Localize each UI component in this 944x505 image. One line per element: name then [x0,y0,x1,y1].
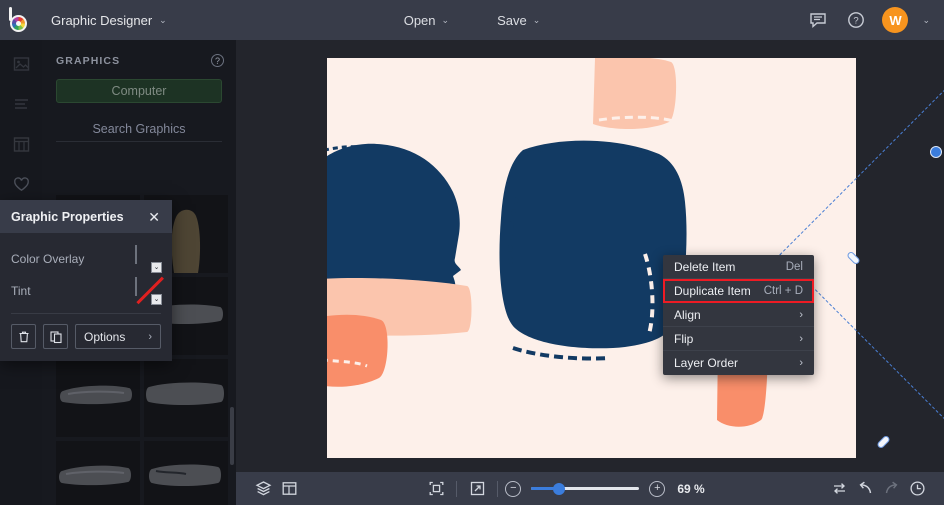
zoom-in-button[interactable]: + [649,480,666,497]
zoom-level-value: 69 % [677,481,705,496]
open-label: Open [403,12,436,28]
swap-arrows-icon[interactable] [826,478,852,500]
context-menu-label: Flip [674,331,694,346]
app-title-dropdown[interactable]: Graphic Designer ⌄ [40,7,178,33]
tint-label: Tint [11,284,31,298]
context-menu-label: Align [674,307,701,322]
app-header: Graphic Designer ⌄ Open ⌄ Save ⌄ ? W ⌄ [0,0,944,40]
bottom-toolbar: − + 69 % [236,472,944,505]
options-label: Options [84,329,126,344]
expand-arrow-icon[interactable] [464,478,490,500]
tint-dropdown-icon[interactable]: ⌄ [151,294,162,305]
context-menu-item-delete-item[interactable]: Delete Item Del [663,255,814,279]
chevron-right-icon: › [148,330,152,343]
graphic-thumb-6[interactable] [144,359,228,437]
graphics-source-computer-button[interactable]: Computer [56,79,222,103]
layers-icon[interactable] [250,478,276,500]
tint-swatch-wrap: ⌄ [135,277,162,305]
graphic-thumb-8[interactable] [144,441,228,505]
options-button[interactable]: Options › [75,324,161,349]
redo-arrow-icon[interactable] [878,478,904,500]
header-right-group: ? W ⌄ [806,7,944,33]
sidebar-item-layouts[interactable] [5,130,37,158]
app-title: Graphic Designer [51,12,153,28]
help-icon[interactable]: ? [211,54,224,67]
zoom-slider-knob[interactable] [553,482,566,495]
save-label: Save [497,12,527,28]
question-mark-icon[interactable]: ? [844,8,868,32]
close-icon[interactable]: ✕ [145,208,163,226]
color-overlay-swatch[interactable] [135,245,137,264]
chevron-down-icon: ⌄ [159,14,167,25]
chat-bubble-icon[interactable] [806,8,830,32]
graphic-properties-title: Graphic Properties [11,209,124,224]
clock-history-icon[interactable] [904,478,930,500]
selection-edge-handle-bottom-left[interactable] [876,434,891,450]
context-menu-item-layer-order[interactable]: Layer Order › [663,351,814,375]
chevron-right-icon: › [799,308,803,321]
graphics-panel-header: GRAPHICS ? [42,40,236,75]
graphic-properties-body: Color Overlay ⌄ Tint ⌄ [0,233,172,314]
sidebar-item-images[interactable] [5,50,37,78]
tint-swatch[interactable] [135,277,137,296]
search-graphics-input[interactable]: Search Graphics [56,116,222,142]
canvas-area[interactable] [236,40,944,472]
chevron-right-icon: › [799,357,803,369]
avatar[interactable]: W [882,7,909,33]
context-menu-item-duplicate-item[interactable]: Duplicate Item Ctrl + D [663,279,814,303]
save-button[interactable]: Save ⌄ [485,7,552,33]
color-overlay-row: Color Overlay ⌄ [11,243,162,275]
context-menu-label: Layer Order [674,356,739,370]
tint-row: Tint ⌄ [11,275,162,307]
graphic-thumb-7[interactable] [56,441,140,505]
sidebar-item-text[interactable] [5,90,37,118]
duplicate-icon[interactable] [43,324,68,349]
toolbar-divider [497,480,499,497]
context-menu-item-align[interactable]: Align › [663,303,814,327]
graphic-properties-footer: Options › [0,314,172,361]
selection-handle-top[interactable] [930,146,942,158]
logo-color-wheel [10,15,27,32]
app-root: Graphic Designer ⌄ Open ⌄ Save ⌄ ? W ⌄ G… [0,0,944,505]
graphic-properties-header: Graphic Properties ✕ [0,200,172,233]
zoom-out-button[interactable]: − [505,480,522,497]
open-button[interactable]: Open ⌄ [392,7,461,33]
chevron-right-icon: › [799,332,803,345]
zoom-slider[interactable] [531,482,640,496]
svg-text:?: ? [854,16,859,27]
context-menu-shortcut: Ctrl + D [763,284,803,297]
fit-to-screen-icon[interactable] [423,478,449,500]
graphics-panel-scrollbar[interactable] [230,407,234,465]
undo-arrow-icon[interactable] [852,478,878,500]
graphic-properties-panel: Graphic Properties ✕ Color Overlay ⌄ Tin… [0,200,172,361]
bloom-color-wheel-logo [8,7,32,32]
avatar-chevron-down-icon[interactable]: ⌄ [922,15,930,26]
graphics-panel-title: GRAPHICS [56,54,121,67]
context-menu-label: Delete Item [674,259,736,274]
toolbar-divider [456,480,458,497]
color-overlay-label: Color Overlay [11,252,85,266]
color-overlay-dropdown-icon[interactable]: ⌄ [151,262,162,273]
context-menu-shortcut: Del [785,260,803,273]
context-menu-label: Duplicate Item [674,283,751,298]
chevron-down-icon: ⌄ [441,14,450,25]
context-menu: Delete Item Del Duplicate Item Ctrl + D … [663,255,814,375]
trash-icon[interactable] [11,324,36,349]
color-overlay-swatch-wrap: ⌄ [135,245,162,273]
panel-layout-icon[interactable] [276,478,302,500]
context-menu-item-flip[interactable]: Flip › [663,327,814,351]
graphic-thumb-5[interactable] [56,359,140,437]
chevron-down-icon: ⌄ [532,14,541,25]
sidebar-item-favorites[interactable] [5,170,37,198]
app-logo[interactable] [0,0,40,40]
